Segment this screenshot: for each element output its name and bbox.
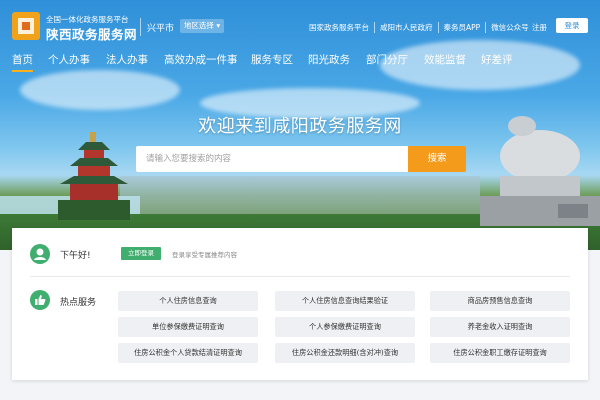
link-national-platform[interactable]: 国家政务服务平台 xyxy=(304,22,375,33)
search-input[interactable] xyxy=(136,146,408,172)
nav-departments[interactable]: 部门分厅 xyxy=(366,52,408,67)
welcome-headline: 欢迎来到咸阳政务服务网 xyxy=(198,116,402,137)
nav-home[interactable]: 首页 xyxy=(12,52,33,72)
link-qinwuyuan-app[interactable]: 秦务员APP xyxy=(439,22,487,33)
login-button[interactable]: 登录 xyxy=(556,18,588,33)
service-fund-loan-settlement[interactable]: 住房公积金个人贷款结清证明查询 xyxy=(118,343,258,363)
main-nav: 首页 个人办事 法人办事 高效办成一件事 服务专区 阳光政务 部门分厅 效能监督… xyxy=(0,52,600,72)
hot-services-title: 热点服务 xyxy=(60,298,97,308)
greeting-text: 下午好! xyxy=(60,251,91,261)
login-tip: 登录享受专属推荐内容 xyxy=(172,251,237,259)
link-xianyang-government[interactable]: 咸阳市人民政府 xyxy=(375,22,439,33)
service-presale-housing-info[interactable]: 商品房预售信息查询 xyxy=(430,291,570,311)
link-wechat-account[interactable]: 微信公众号 xyxy=(486,22,534,33)
cloud xyxy=(20,70,180,110)
service-pension-income-proof[interactable]: 养老金收入证明查询 xyxy=(430,317,570,337)
divider xyxy=(140,18,141,36)
login-now-button[interactable]: 立即登录 xyxy=(121,247,161,260)
service-unit-insurance-proof[interactable]: 单位参保缴费证明查询 xyxy=(118,317,258,337)
service-personal-insurance-proof[interactable]: 个人参保缴费证明查询 xyxy=(275,317,415,337)
thumbs-up-icon xyxy=(30,290,50,310)
nav-supervision[interactable]: 效能监督 xyxy=(424,52,466,67)
nav-rating[interactable]: 好差评 xyxy=(481,52,513,67)
nav-personal[interactable]: 个人办事 xyxy=(48,52,90,67)
nav-open-government[interactable]: 阳光政务 xyxy=(308,52,350,67)
caret-down-icon: ▾ xyxy=(216,21,221,30)
register-link[interactable]: 注册 xyxy=(532,22,547,33)
service-housing-result-verify[interactable]: 个人住房信息查询结果验证 xyxy=(275,291,415,311)
cityscape xyxy=(120,176,480,216)
logo-icon xyxy=(12,12,40,40)
top-bar: 全国一体化政务服务平台 陕西政务服务网 兴平市 地区选择 ▾ 国家政务服务平台 … xyxy=(0,0,600,46)
service-personal-housing-info[interactable]: 个人住房信息查询 xyxy=(118,291,258,311)
site-title[interactable]: 陕西政务服务网 xyxy=(46,24,137,43)
user-avatar-icon xyxy=(30,244,50,264)
service-fund-deposit-proof[interactable]: 住房公积金职工缴存证明查询 xyxy=(430,343,570,363)
current-city: 兴平市 xyxy=(147,24,175,34)
search-button[interactable]: 搜索 xyxy=(408,146,466,172)
service-fund-repayment-details[interactable]: 住房公积金还款明细(含对冲)查询 xyxy=(275,343,415,363)
nav-service-zone[interactable]: 服务专区 xyxy=(251,52,293,67)
region-select-label: 地区选择 xyxy=(183,21,214,30)
divider xyxy=(30,276,570,277)
nav-one-thing[interactable]: 高效办成一件事 xyxy=(164,52,238,67)
top-links: 国家政务服务平台 咸阳市人民政府 秦务员APP 微信公众号 xyxy=(304,22,534,33)
region-select-button[interactable]: 地区选择 ▾ xyxy=(180,19,224,33)
nav-legal-entity[interactable]: 法人办事 xyxy=(106,52,148,67)
pagoda-image xyxy=(58,132,130,220)
